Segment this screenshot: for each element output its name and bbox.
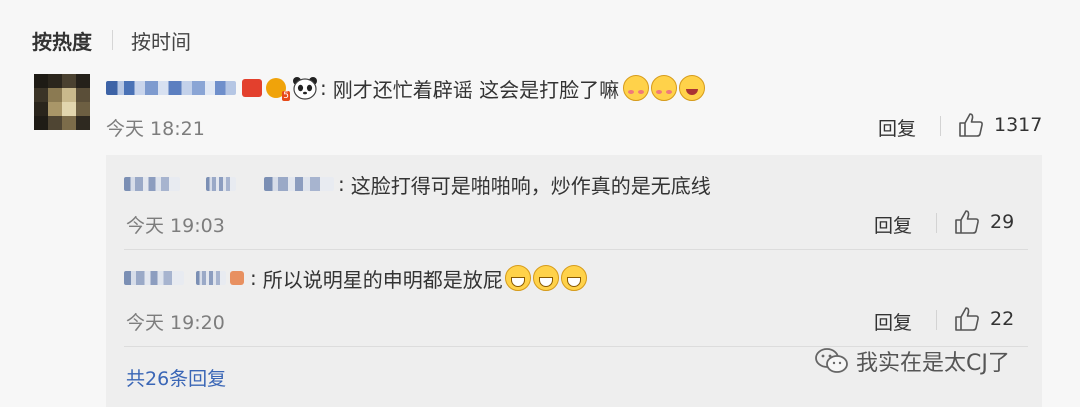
like-count: 1317 bbox=[994, 114, 1043, 136]
reply-button[interactable]: 回复 bbox=[878, 114, 916, 141]
watermark-text: 我实在是太CJ了 bbox=[856, 351, 1010, 376]
divider bbox=[936, 213, 937, 233]
reply-text: 这脸打得可是啪啪响，炒作真的是无底线 bbox=[350, 173, 711, 198]
sort-bar: 按热度 按时间 bbox=[32, 26, 191, 54]
reply-button[interactable]: 回复 bbox=[874, 308, 912, 335]
comment-text: 刚才还忙着辟谣 这会是打脸了嘛 bbox=[332, 77, 620, 102]
reply-text: 所以说明星的申明都是放屁 bbox=[262, 267, 503, 292]
thumbs-up-icon bbox=[955, 307, 979, 331]
reply-time: 今天 19:20 bbox=[126, 312, 225, 334]
avatar[interactable] bbox=[34, 74, 90, 130]
user-badge-icon bbox=[230, 271, 244, 285]
watermark: 我实在是太CJ了 bbox=[814, 343, 1010, 379]
view-all-replies-link[interactable]: 共26条回复 bbox=[126, 364, 226, 391]
like-count: 29 bbox=[990, 211, 1015, 233]
badge-level: 5 bbox=[282, 91, 290, 101]
username-blurred-part bbox=[206, 177, 236, 191]
wechat-icon bbox=[815, 348, 848, 373]
grin-emoji-icon bbox=[504, 265, 531, 291]
comment-time: 今天 18:21 bbox=[106, 118, 205, 140]
reply-button[interactable]: 回复 bbox=[874, 211, 912, 238]
reply-time: 今天 19:03 bbox=[126, 215, 225, 237]
like-button[interactable]: 22 bbox=[954, 306, 1014, 332]
sort-by-hot-tab[interactable]: 按热度 bbox=[32, 26, 92, 55]
laugh-cry-emoji-icon bbox=[679, 75, 706, 101]
divider bbox=[940, 116, 941, 136]
like-button[interactable]: 1317 bbox=[958, 112, 1042, 138]
like-count: 22 bbox=[990, 308, 1015, 330]
thumbs-up-icon bbox=[959, 113, 983, 137]
blush-emoji-icon bbox=[651, 75, 678, 101]
username-blurred[interactable] bbox=[106, 81, 236, 95]
username-blurred[interactable] bbox=[124, 177, 180, 191]
reply-divider bbox=[124, 249, 1028, 250]
colon: : bbox=[250, 266, 257, 290]
sort-divider bbox=[112, 30, 113, 50]
username-blurred[interactable] bbox=[124, 271, 184, 285]
crown-badge-icon: 5 bbox=[266, 78, 290, 101]
panda-icon bbox=[292, 76, 318, 100]
sort-by-time-tab[interactable]: 按时间 bbox=[131, 26, 191, 55]
like-button[interactable]: 29 bbox=[954, 209, 1014, 235]
vip-badge-icon bbox=[242, 79, 262, 97]
reply-line: : 所以说明星的申明都是放屁 bbox=[124, 262, 587, 294]
reply-line: : 这脸打得可是啪啪响，炒作真的是无底线 bbox=[124, 168, 711, 200]
thumbs-up-icon bbox=[955, 210, 979, 234]
username-blurred-part bbox=[196, 271, 226, 285]
grin-emoji-icon bbox=[560, 265, 587, 291]
blush-emoji-icon bbox=[623, 75, 650, 101]
colon: : bbox=[338, 172, 345, 196]
username-blurred-part bbox=[264, 177, 334, 191]
divider bbox=[936, 310, 937, 330]
colon: : bbox=[320, 76, 327, 100]
grin-emoji-icon bbox=[532, 265, 559, 291]
comment-line: 5 : 刚才还忙着辟谣 这会是打脸了嘛 bbox=[106, 70, 706, 106]
